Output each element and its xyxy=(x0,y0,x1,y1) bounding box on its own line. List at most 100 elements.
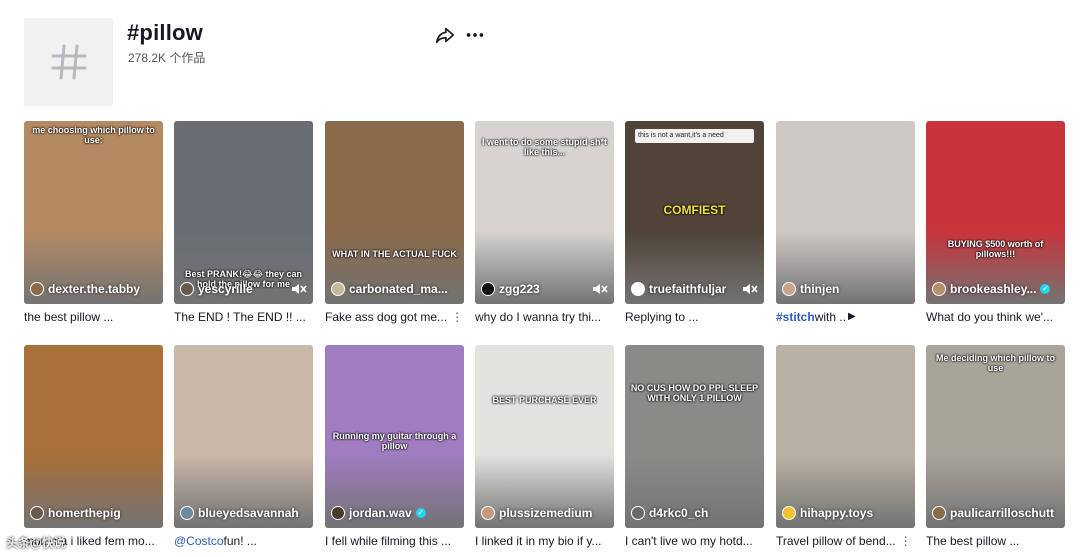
video-thumbnail[interactable]: BEST PURCHASE EVER plussizemedium xyxy=(475,345,614,528)
video-card[interactable]: NO CUS HOW DO PPL SLEEP WITH ONLY 1 PILL… xyxy=(625,345,764,548)
video-description[interactable]: I fell while filming this ... xyxy=(325,534,464,548)
overlay-text: NO CUS HOW DO PPL SLEEP WITH ONLY 1 PILL… xyxy=(630,383,759,403)
author-link[interactable]: jordan.wav ✓ xyxy=(331,506,426,520)
thumbnail-image xyxy=(776,345,915,528)
video-thumbnail[interactable]: Me deciding which pillow to use paulicarr… xyxy=(926,345,1065,528)
overlay-text: BEST PURCHASE EVER xyxy=(492,395,597,405)
author-link[interactable]: blueyedsavannah xyxy=(180,506,299,520)
thumbnail-image xyxy=(776,121,915,304)
overlay-text: WHAT IN THE ACTUAL FUCK xyxy=(332,249,457,259)
video-thumbnail[interactable]: BUYING $500 worth of pillows!!! brookeash… xyxy=(926,121,1065,304)
video-description[interactable]: Replying to ... xyxy=(625,310,764,324)
video-thumbnail[interactable]: Best PRANK!😂😂 they can hold the pillow f… xyxy=(174,121,313,304)
video-thumbnail[interactable]: hihappy.toys xyxy=(776,345,915,528)
video-card[interactable]: Best PRANK!😂😂 they can hold the pillow f… xyxy=(174,121,313,324)
description-text: the best pillow ... xyxy=(24,310,114,324)
author-name: brookeashley... xyxy=(950,282,1037,296)
author-link[interactable]: d4rkc0_ch xyxy=(631,506,708,520)
video-thumbnail[interactable]: WHAT IN THE ACTUAL FUCK carbonated_ma... xyxy=(325,121,464,304)
video-card[interactable]: BUYING $500 worth of pillows!!! brookeash… xyxy=(926,121,1065,324)
video-description[interactable]: #stitch with .. ▶ xyxy=(776,310,915,324)
tag-header: #pillow 278.2K 个作品 xyxy=(24,18,1064,106)
video-description[interactable]: I linked it in my bio if y... xyxy=(475,534,614,548)
video-card[interactable]: homerthepig momma i liked fem mo... xyxy=(24,345,163,548)
video-thumbnail[interactable]: thinjen xyxy=(776,121,915,304)
video-card[interactable]: BEST PURCHASE EVER plussizemedium I linked… xyxy=(475,345,614,548)
author-name: truefaithfuljar xyxy=(649,282,727,296)
video-description[interactable]: why do I wanna try thi... xyxy=(475,310,614,324)
thumbnail-image xyxy=(325,121,464,304)
author-link[interactable]: zgg223 xyxy=(481,282,540,296)
author-link[interactable]: homerthepig xyxy=(30,506,121,520)
video-description[interactable]: Travel pillow of bend... ⋮ xyxy=(776,534,915,548)
author-link[interactable]: paulicarrilloschutt xyxy=(932,506,1054,520)
video-card[interactable]: blueyedsavannah @Costco fun! ... xyxy=(174,345,313,548)
video-thumbnail[interactable]: NO CUS HOW DO PPL SLEEP WITH ONLY 1 PILL… xyxy=(625,345,764,528)
video-description[interactable]: I can't live wo my hotd... xyxy=(625,534,764,548)
author-link[interactable]: brookeashley... ✓ xyxy=(932,282,1051,296)
video-description[interactable]: What do you think we'... xyxy=(926,310,1065,324)
video-thumbnail[interactable]: this is not a want,it's a need COMFIEST tr… xyxy=(625,121,764,304)
author-link[interactable]: dexter.the.tabby xyxy=(30,282,140,296)
author-name: jordan.wav xyxy=(349,506,412,520)
description-text: Travel pillow of bend... xyxy=(776,534,896,548)
more-options-button[interactable] xyxy=(464,24,486,46)
mute-icon[interactable] xyxy=(291,282,307,296)
avatar xyxy=(331,506,345,520)
avatar xyxy=(932,506,946,520)
avatar xyxy=(481,282,495,296)
avatar xyxy=(631,282,645,296)
author-link[interactable]: hihappy.toys xyxy=(782,506,873,520)
more-icon[interactable]: ⋮ xyxy=(451,310,463,324)
thumbnail-image xyxy=(24,121,163,304)
author-name: dexter.the.tabby xyxy=(48,282,141,296)
video-card[interactable]: hihappy.toys Travel pillow of bend... ⋮ xyxy=(776,345,915,548)
author-link[interactable]: thinjen xyxy=(782,282,839,296)
avatar xyxy=(932,282,946,296)
avatar xyxy=(782,282,796,296)
author-link[interactable]: truefaithfuljar xyxy=(631,282,726,296)
author-link[interactable]: carbonated_ma... xyxy=(331,282,448,296)
overlay-text: COMFIEST xyxy=(663,203,726,217)
video-thumbnail[interactable]: me choosing which pillow to use: dexter.t… xyxy=(24,121,163,304)
author-name: thinjen xyxy=(800,282,840,296)
author-name: hihappy.toys xyxy=(800,506,874,520)
thumbnail-image xyxy=(174,345,313,528)
overlay-text: Me deciding which pillow to use xyxy=(936,353,1055,373)
video-description[interactable]: @Costco fun! ... xyxy=(174,534,313,548)
video-thumbnail[interactable]: Running my guitar through a pillow jordan… xyxy=(325,345,464,528)
description-text: I fell while filming this ... xyxy=(325,534,452,548)
video-card[interactable]: WHAT IN THE ACTUAL FUCK carbonated_ma... F… xyxy=(325,121,464,324)
video-card[interactable]: Me deciding which pillow to use paulicarr… xyxy=(926,345,1065,548)
video-card[interactable]: thinjen #stitch with .. ▶ xyxy=(776,121,915,324)
watermark: 头条@快说 xyxy=(6,536,66,550)
author-link[interactable]: plussizemedium xyxy=(481,506,592,520)
video-description[interactable]: The best pillow ... xyxy=(926,534,1065,548)
video-description[interactable]: the best pillow ... xyxy=(24,310,163,324)
video-card[interactable]: me choosing which pillow to use: dexter.t… xyxy=(24,121,163,324)
description-text: The best pillow ... xyxy=(926,534,1020,548)
author-name: paulicarrilloschutt xyxy=(950,506,1055,520)
avatar xyxy=(331,282,345,296)
author-link[interactable]: yescyrille xyxy=(180,282,253,296)
video-thumbnail[interactable]: blueyedsavannah xyxy=(174,345,313,528)
play-icon: ▶ xyxy=(848,311,856,322)
video-card[interactable]: this is not a want,it's a need COMFIEST tr… xyxy=(625,121,764,324)
description-text: The END ! The END !! ... xyxy=(174,310,306,324)
video-card[interactable]: I went to do some stupid sh*t like this.… xyxy=(475,121,614,324)
video-card[interactable]: Running my guitar through a pillow jordan… xyxy=(325,345,464,548)
video-thumbnail[interactable]: homerthepig xyxy=(24,345,163,528)
mention-link[interactable]: @Costco xyxy=(174,534,224,548)
video-thumbnail[interactable]: I went to do some stupid sh*t like this.… xyxy=(475,121,614,304)
share-button[interactable] xyxy=(434,24,456,46)
more-icon[interactable]: ⋮ xyxy=(900,534,912,548)
page-title: #pillow xyxy=(127,20,203,45)
mute-icon[interactable] xyxy=(592,282,608,296)
verified-icon: ✓ xyxy=(1040,284,1051,294)
thumbnail-image xyxy=(475,345,614,528)
hashtag-link[interactable]: #stitch xyxy=(776,310,815,324)
avatar xyxy=(180,506,194,520)
mute-icon[interactable] xyxy=(742,282,758,296)
video-description[interactable]: Fake ass dog got me... ⋮ xyxy=(325,310,464,324)
video-description[interactable]: The END ! The END !! ... xyxy=(174,310,313,324)
